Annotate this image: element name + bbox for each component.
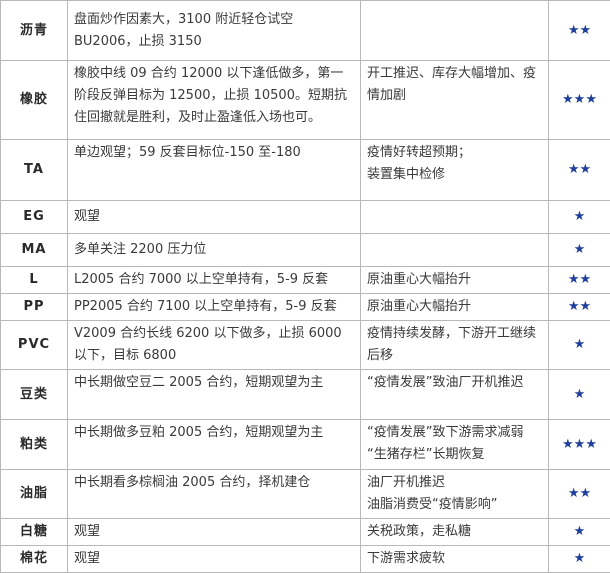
table-row: 棉花观望下游需求疲软 ★	[1, 546, 610, 573]
table-row: MA多单关注 2200 压力位 ★	[1, 234, 610, 267]
risk-factor-line: 油厂开机推迟	[367, 472, 542, 494]
risk-factor-line: 油脂消费受“疫情影响”	[367, 494, 542, 516]
risk-factor-line: 疫情好转超预期；	[367, 142, 542, 164]
risk-factors: 原油重心大幅抬升	[361, 294, 549, 321]
risk-factors: “疫情发展”致油厂开机推迟	[361, 370, 549, 420]
risk-factors	[361, 1, 549, 61]
table-row: 粕类中长期做多豆粕 2005 合约，短期观望为主“疫情发展”致下游需求减弱“生猪…	[1, 420, 610, 470]
commodity-name: PP	[1, 294, 68, 321]
risk-factors: 疫情持续发酵，下游开工继续后移	[361, 321, 549, 370]
strategy-view: 橡胶中线 09 合约 12000 以下逢低做多，第一阶段反弹目标为 12500，…	[68, 61, 361, 140]
commodity-name: 油脂	[1, 470, 68, 519]
strategy-view: 观望	[68, 201, 361, 234]
strategy-table: 沥青盘面炒作因素大，3100 附近轻仓试空 BU2006，止损 3150★★橡胶…	[0, 0, 610, 573]
rating-stars-icon: ★★	[549, 294, 610, 321]
risk-factors: 开工推迟、库存大幅增加、疫情加剧	[361, 61, 549, 140]
rating-stars-icon: ★★★	[549, 420, 610, 470]
table-row: 白糖观望关税政策，走私糖 ★	[1, 519, 610, 546]
rating-stars-icon: ★	[549, 201, 610, 234]
rating-stars-icon: ★	[549, 234, 610, 267]
table-row: 豆类中长期做空豆二 2005 合约，短期观望为主 “疫情发展”致油厂开机推迟 ★	[1, 370, 610, 420]
strategy-view: L2005 合约 7000 以上空单持有，5-9 反套	[68, 267, 361, 294]
strategy-view: PP2005 合约 7100 以上空单持有，5-9 反套	[68, 294, 361, 321]
strategy-view: 多单关注 2200 压力位	[68, 234, 361, 267]
rating-stars-icon: ★★★	[549, 61, 610, 140]
risk-factors: 油厂开机推迟油脂消费受“疫情影响”	[361, 470, 549, 519]
table-row: PPPP2005 合约 7100 以上空单持有，5-9 反套原油重心大幅抬升 ★★	[1, 294, 610, 321]
commodity-name: PVC	[1, 321, 68, 370]
risk-factors: “疫情发展”致下游需求减弱“生猪存栏”长期恢复	[361, 420, 549, 470]
risk-factors	[361, 234, 549, 267]
strategy-table-body: 沥青盘面炒作因素大，3100 附近轻仓试空 BU2006，止损 3150★★橡胶…	[1, 1, 610, 573]
strategy-view: 中长期做空豆二 2005 合约，短期观望为主	[68, 370, 361, 420]
rating-stars-icon: ★★	[549, 470, 610, 519]
risk-factor-line: “生猪存栏”长期恢复	[367, 444, 542, 466]
strategy-view: 中长期做多豆粕 2005 合约，短期观望为主	[68, 420, 361, 470]
commodity-name: TA	[1, 140, 68, 201]
risk-factor-line: 开工推迟、库存大幅增加、疫情加剧	[367, 63, 542, 107]
risk-factors: 疫情好转超预期；装置集中检修	[361, 140, 549, 201]
strategy-view: 观望	[68, 546, 361, 573]
commodity-name: 沥青	[1, 1, 68, 61]
table-row: 沥青盘面炒作因素大，3100 附近轻仓试空 BU2006，止损 3150 ★★	[1, 1, 610, 61]
risk-factors: 原油重心大幅抬升	[361, 267, 549, 294]
commodity-name: L	[1, 267, 68, 294]
commodity-name: 豆类	[1, 370, 68, 420]
risk-factor-line: 下游需求疲软	[367, 548, 542, 570]
rating-stars-icon: ★★	[549, 267, 610, 294]
table-row: PVCV2009 合约长线 6200 以下做多，止损 6000 以下，目标 68…	[1, 321, 610, 370]
risk-factor-line: “疫情发展”致下游需求减弱	[367, 422, 542, 444]
table-row: TA单边观望；59 反套目标位-150 至-180疫情好转超预期；装置集中检修★…	[1, 140, 610, 201]
strategy-view: V2009 合约长线 6200 以下做多，止损 6000 以下，目标 6800	[68, 321, 361, 370]
commodity-name: 白糖	[1, 519, 68, 546]
risk-factor-line: 关税政策，走私糖	[367, 521, 542, 543]
rating-stars-icon: ★	[549, 546, 610, 573]
rating-stars-icon: ★★	[549, 140, 610, 201]
risk-factor-line: 原油重心大幅抬升	[367, 269, 542, 291]
table-row: 油脂中长期看多棕榈油 2005 合约，择机建仓油厂开机推迟油脂消费受“疫情影响”…	[1, 470, 610, 519]
strategy-view: 盘面炒作因素大，3100 附近轻仓试空 BU2006，止损 3150	[68, 1, 361, 61]
rating-stars-icon: ★★	[549, 1, 610, 61]
rating-stars-icon: ★	[549, 519, 610, 546]
strategy-view: 中长期看多棕榈油 2005 合约，择机建仓	[68, 470, 361, 519]
risk-factor-line: “疫情发展”致油厂开机推迟	[367, 372, 542, 394]
strategy-view: 单边观望；59 反套目标位-150 至-180	[68, 140, 361, 201]
commodity-name: 粕类	[1, 420, 68, 470]
table-row: 橡胶橡胶中线 09 合约 12000 以下逢低做多，第一阶段反弹目标为 1250…	[1, 61, 610, 140]
risk-factor-line: 装置集中检修	[367, 164, 542, 186]
commodity-name: EG	[1, 201, 68, 234]
commodity-name: 棉花	[1, 546, 68, 573]
table-row: EG观望 ★	[1, 201, 610, 234]
risk-factor-line: 疫情持续发酵，下游开工继续后移	[367, 323, 542, 367]
rating-stars-icon: ★	[549, 321, 610, 370]
rating-stars-icon: ★	[549, 370, 610, 420]
table-row: LL2005 合约 7000 以上空单持有，5-9 反套原油重心大幅抬升 ★★	[1, 267, 610, 294]
risk-factors: 关税政策，走私糖	[361, 519, 549, 546]
commodity-name: MA	[1, 234, 68, 267]
risk-factors	[361, 201, 549, 234]
risk-factors: 下游需求疲软	[361, 546, 549, 573]
risk-factor-line: 原油重心大幅抬升	[367, 296, 542, 318]
strategy-view: 观望	[68, 519, 361, 546]
commodity-name: 橡胶	[1, 61, 68, 140]
